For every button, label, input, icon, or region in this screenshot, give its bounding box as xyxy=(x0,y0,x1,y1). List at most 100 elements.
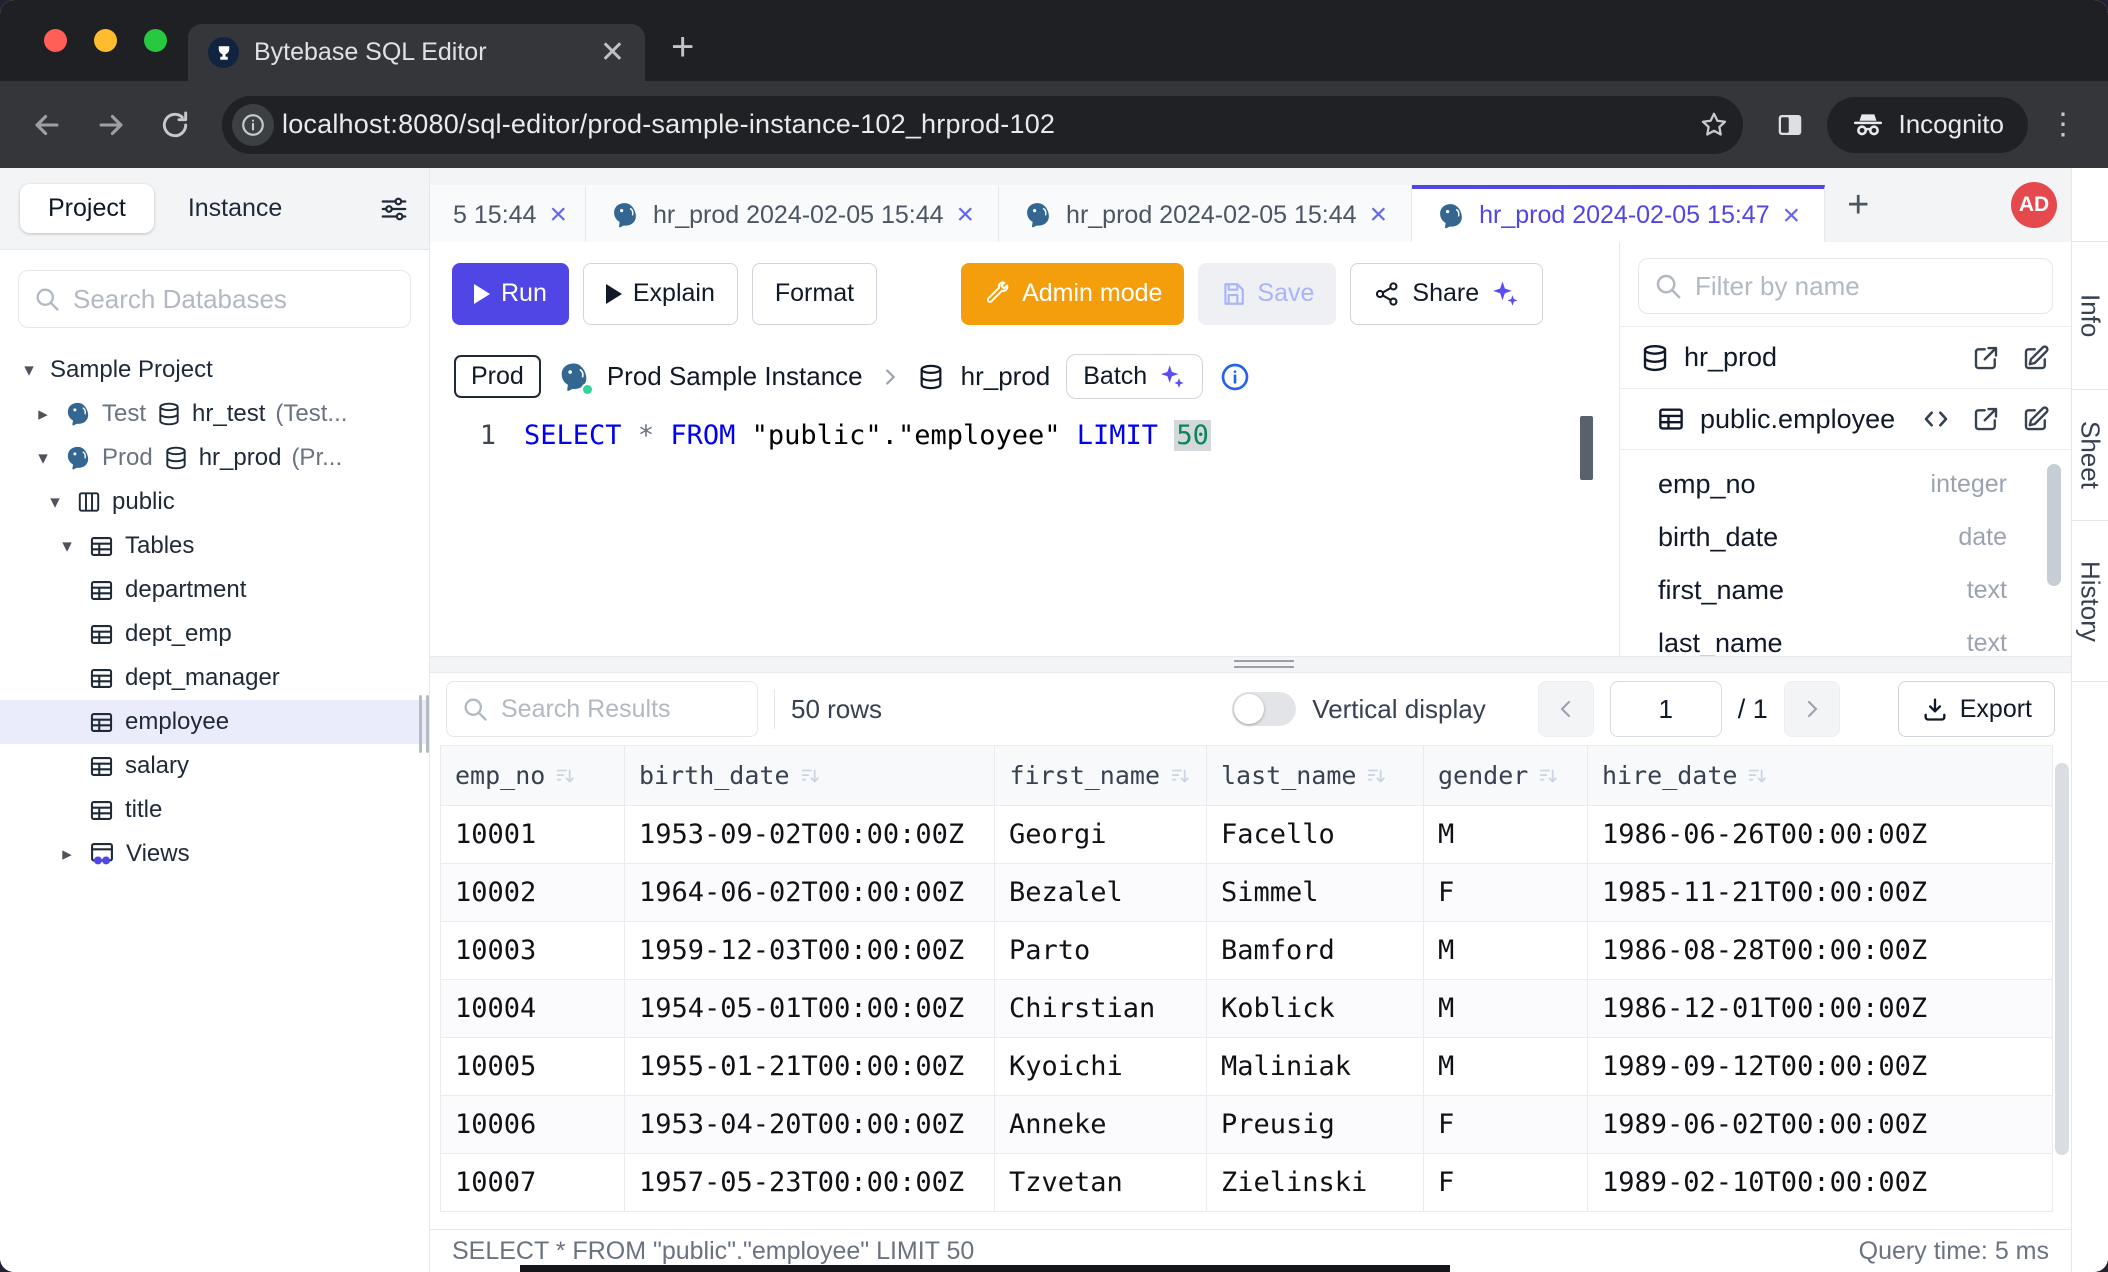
column-header-birth-date[interactable]: birth_date xyxy=(625,746,995,806)
sort-icon[interactable] xyxy=(1538,765,1560,787)
cell[interactable]: 1985-11-21T00:00:00Z xyxy=(1588,864,2053,922)
edit-icon[interactable] xyxy=(2021,343,2051,373)
instance-name[interactable]: Prod Sample Instance xyxy=(607,361,863,392)
caret-right-icon[interactable]: ▸ xyxy=(56,843,78,866)
cell[interactable]: M xyxy=(1424,806,1588,864)
results-search[interactable] xyxy=(446,681,758,737)
column-header-last-name[interactable]: last_name xyxy=(1207,746,1424,806)
cell[interactable]: Georgi xyxy=(995,806,1207,864)
browser-tab-close-icon[interactable]: ✕ xyxy=(600,38,625,68)
editor-scrollbar-thumb[interactable] xyxy=(1580,416,1593,480)
rail-tab-info[interactable]: Info xyxy=(2072,242,2108,390)
results-search-input[interactable] xyxy=(501,695,743,724)
database-name[interactable]: hr_prod xyxy=(961,361,1051,392)
new-tab-button[interactable]: + xyxy=(671,27,694,67)
tree-project-row[interactable]: ▾ Sample Project xyxy=(0,348,429,392)
column-header-gender[interactable]: gender xyxy=(1424,746,1588,806)
table-row[interactable]: 100011953-09-02T00:00:00ZGeorgiFacelloM1… xyxy=(441,806,2053,864)
column-header-emp-no[interactable]: emp_no xyxy=(441,746,625,806)
sheet-tab-4-active[interactable]: hr_prod 2024-02-05 15:47 × xyxy=(1412,185,1825,242)
cell[interactable]: 10003 xyxy=(441,922,625,980)
cell[interactable]: Tzvetan xyxy=(995,1154,1207,1212)
cell[interactable]: 10004 xyxy=(441,980,625,1038)
code-icon[interactable] xyxy=(1921,404,1951,434)
edit-icon[interactable] xyxy=(2021,404,2051,434)
cell[interactable]: 1953-04-20T00:00:00Z xyxy=(625,1096,995,1154)
cell[interactable]: Kyoichi xyxy=(995,1038,1207,1096)
cell[interactable]: Preusig xyxy=(1207,1096,1424,1154)
cell[interactable]: 10007 xyxy=(441,1154,625,1212)
cell[interactable]: Simmel xyxy=(1207,864,1424,922)
refresh-icon[interactable] xyxy=(148,98,202,152)
sort-icon[interactable] xyxy=(800,765,822,787)
caret-down-icon[interactable]: ▾ xyxy=(32,447,54,470)
info-circle-icon[interactable] xyxy=(1219,361,1251,393)
page-number-input[interactable] xyxy=(1610,681,1722,737)
schema-column-row[interactable]: birth_date date xyxy=(1620,511,2071,564)
sort-icon[interactable] xyxy=(1170,765,1192,787)
tab-project[interactable]: Project xyxy=(20,184,154,233)
column-header-first-name[interactable]: first_name xyxy=(995,746,1207,806)
schema-table-row[interactable]: public.employee xyxy=(1620,388,2071,450)
table-row[interactable]: 100021964-06-02T00:00:00ZBezalelSimmelF1… xyxy=(441,864,2053,922)
table-row[interactable]: 100071957-05-23T00:00:00ZTzvetanZielinsk… xyxy=(441,1154,2053,1212)
browser-menu-icon[interactable]: ⋮ xyxy=(2038,107,2088,142)
cell[interactable]: Zielinski xyxy=(1207,1154,1424,1212)
schema-filter-input[interactable] xyxy=(1695,271,2038,302)
cell[interactable]: 1989-09-12T00:00:00Z xyxy=(1588,1038,2053,1096)
export-button[interactable]: Export xyxy=(1898,681,2055,737)
cell[interactable]: M xyxy=(1424,922,1588,980)
close-window-button[interactable] xyxy=(44,29,67,52)
cell[interactable]: 1954-05-01T00:00:00Z xyxy=(625,980,995,1038)
tree-db-row-hr-test[interactable]: ▸ Test hr_test (Test... xyxy=(0,392,429,436)
cell[interactable]: 1959-12-03T00:00:00Z xyxy=(625,922,995,980)
cell[interactable]: 10005 xyxy=(441,1038,625,1096)
database-search-input[interactable] xyxy=(73,284,396,315)
rail-tab-sheet[interactable]: Sheet xyxy=(2072,390,2108,521)
close-icon[interactable]: × xyxy=(1370,200,1388,230)
sort-icon[interactable] xyxy=(1747,765,1769,787)
cell[interactable]: 10002 xyxy=(441,864,625,922)
cell[interactable]: Bezalel xyxy=(995,864,1207,922)
back-icon[interactable] xyxy=(20,98,74,152)
new-sheet-button[interactable]: + xyxy=(1847,186,1869,224)
cell[interactable]: 1955-01-21T00:00:00Z xyxy=(625,1038,995,1096)
close-icon[interactable]: × xyxy=(957,200,975,230)
share-button[interactable]: Share xyxy=(1350,263,1543,325)
panel-splitter[interactable] xyxy=(430,656,2071,673)
cell[interactable]: F xyxy=(1424,1154,1588,1212)
sheet-tab-3[interactable]: hr_prod 2024-02-05 15:44 × xyxy=(999,185,1412,242)
prev-page-button[interactable] xyxy=(1538,681,1594,737)
table-row[interactable]: 100051955-01-21T00:00:00ZKyoichiMaliniak… xyxy=(441,1038,2053,1096)
schema-column-row[interactable]: first_name text xyxy=(1620,564,2071,617)
cell[interactable]: 1989-02-10T00:00:00Z xyxy=(1588,1154,2053,1212)
tree-table-title[interactable]: title xyxy=(0,788,429,832)
tree-db-row-hr-prod[interactable]: ▾ Prod hr_prod (Pr... xyxy=(0,436,429,480)
user-avatar[interactable]: AD xyxy=(2011,182,2057,228)
format-button[interactable]: Format xyxy=(752,263,877,325)
table-row[interactable]: 100041954-05-01T00:00:00ZChirstianKoblic… xyxy=(441,980,2053,1038)
cell[interactable]: 10006 xyxy=(441,1096,625,1154)
schema-filter[interactable] xyxy=(1638,258,2053,314)
cell[interactable]: Facello xyxy=(1207,806,1424,864)
schema-column-row[interactable]: last_name text xyxy=(1620,617,2071,656)
cell[interactable]: M xyxy=(1424,980,1588,1038)
sort-icon[interactable] xyxy=(1366,765,1388,787)
site-info-icon[interactable] xyxy=(232,104,274,146)
external-link-icon[interactable] xyxy=(1971,343,2001,373)
schema-scrollbar-thumb[interactable] xyxy=(2047,464,2061,586)
caret-down-icon[interactable]: ▾ xyxy=(18,359,40,382)
sheet-tab-1[interactable]: 5 15:44 × xyxy=(430,185,586,242)
caret-down-icon[interactable]: ▾ xyxy=(44,491,66,514)
cell[interactable]: 1986-06-26T00:00:00Z xyxy=(1588,806,2053,864)
column-header-hire-date[interactable]: hire_date xyxy=(1588,746,2053,806)
tree-table-department[interactable]: department xyxy=(0,568,429,612)
table-row[interactable]: 100031959-12-03T00:00:00ZPartoBamfordM19… xyxy=(441,922,2053,980)
cell[interactable]: 1989-06-02T00:00:00Z xyxy=(1588,1096,2053,1154)
tree-table-dept-emp[interactable]: dept_emp xyxy=(0,612,429,656)
sql-editor[interactable]: 1 SELECT * FROM "public"."employee" LIMI… xyxy=(430,408,1619,656)
save-button[interactable]: Save xyxy=(1198,263,1336,325)
close-icon[interactable]: × xyxy=(1783,201,1801,231)
forward-icon[interactable] xyxy=(84,98,138,152)
cell[interactable]: F xyxy=(1424,1096,1588,1154)
